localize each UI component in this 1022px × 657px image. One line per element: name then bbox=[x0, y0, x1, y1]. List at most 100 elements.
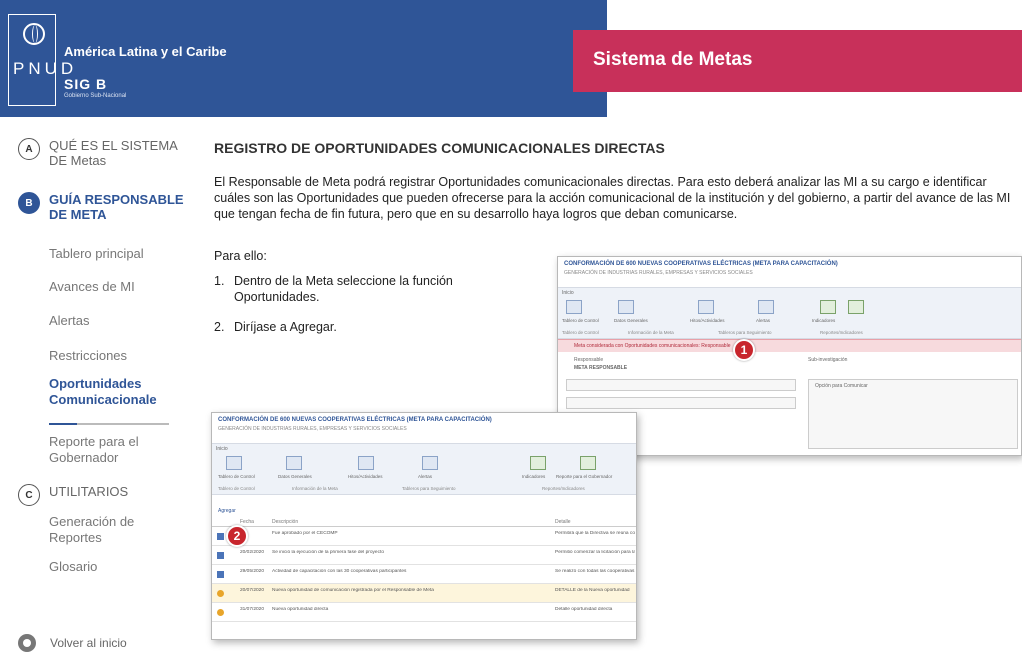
region-title: América Latina y el Caribe bbox=[64, 44, 227, 59]
step-item: 2. Diríjase a Agregar. bbox=[214, 319, 514, 335]
general-data-icon[interactable] bbox=[286, 456, 302, 470]
shot2-title: CONFORMACIÓN DE 600 NUEVAS COOPERATIVAS … bbox=[218, 417, 492, 423]
document-icon bbox=[217, 552, 224, 559]
row-description: Fue aprobado por el CECOMP bbox=[272, 531, 338, 536]
alert-banner: Meta considerada con Oportunidades comun… bbox=[558, 339, 1021, 352]
step-text: Diríjase a Agregar. bbox=[234, 320, 337, 334]
shot1-subtitle: GENERACIÓN DE INDUSTRIAS RURALES, EMPRES… bbox=[564, 270, 753, 276]
section-a-label: QUÉ ES EL SISTEMA DE Metas bbox=[49, 138, 178, 168]
panel-title: Opción para Comunicar bbox=[815, 383, 868, 389]
ribbon-label: Alertas bbox=[418, 474, 433, 479]
responsable-label: Responsable bbox=[574, 357, 604, 363]
add-button[interactable]: Agregar bbox=[218, 508, 236, 514]
section-c-badge: C bbox=[18, 484, 40, 506]
ribbon-group-label: Información de la Meta bbox=[628, 330, 674, 335]
row-description: Nueva oportunidad de comunicación regist… bbox=[272, 588, 434, 593]
document-icon bbox=[217, 571, 224, 578]
home-link[interactable]: Volver al inicio bbox=[18, 634, 127, 652]
row-description: Nueva oportunidad directa bbox=[272, 607, 329, 612]
sidebar-item-reportes[interactable]: Generación de Reportes bbox=[49, 514, 179, 546]
sidebar-item-avances[interactable]: Avances de MI bbox=[49, 279, 179, 295]
table-row[interactable]: 29/05/2020 Actividad de capacitación con… bbox=[212, 565, 636, 584]
ribbon-group-label: Tablero de Control bbox=[562, 330, 599, 335]
sidebar-item-reporte[interactable]: Reporte para el Gobernador bbox=[49, 434, 179, 466]
ribbon-tab[interactable]: Inicio bbox=[216, 446, 228, 452]
sidebar-item-tablero[interactable]: Tablero principal bbox=[49, 246, 179, 262]
section-a-badge: A bbox=[18, 138, 40, 160]
report-icon[interactable] bbox=[848, 300, 864, 314]
row-detail: Permitió comenzar la licitación para la … bbox=[555, 550, 635, 555]
row-detail: Detalle oportunidad directa bbox=[555, 607, 613, 612]
indicators-icon[interactable] bbox=[530, 456, 546, 470]
ribbon-label: Reporte para el Gobernador bbox=[556, 474, 613, 479]
section-b-label: GUÍA RESPONSABLE DE META bbox=[49, 192, 184, 222]
table-row[interactable]: 20/02/2020 Se inició la ejecución de la … bbox=[212, 546, 636, 565]
section-b-badge: B bbox=[18, 192, 40, 214]
active-item-underline bbox=[49, 423, 169, 425]
dashboard-icon[interactable] bbox=[226, 456, 242, 470]
sidebar-item-alertas[interactable]: Alertas bbox=[49, 313, 179, 329]
indicators-icon[interactable] bbox=[820, 300, 836, 314]
ribbon-group-label: Tableros para Seguimiento bbox=[718, 330, 772, 335]
intro-paragraph: El Responsable de Meta podrá registrar O… bbox=[214, 175, 1011, 221]
shot2-ribbon: Inicio Tablero de Control Datos Generale… bbox=[212, 443, 636, 495]
steps-list: 1. Dentro de la Meta seleccione la funci… bbox=[214, 273, 514, 349]
ribbon-label: Indicadores bbox=[522, 474, 546, 479]
section-c[interactable]: C UTILITARIOS bbox=[18, 484, 189, 506]
shot1-panel: Opción para Comunicar bbox=[808, 379, 1018, 449]
app-title-bar: Sistema de Metas bbox=[573, 30, 1022, 92]
sidebar: A QUÉ ES EL SISTEMA DE Metas B GUÍA RESP… bbox=[0, 130, 200, 657]
home-label: Volver al inicio bbox=[50, 636, 127, 650]
column-header[interactable]: Descripción bbox=[272, 519, 552, 525]
table-header: Fecha Descripción Detalle bbox=[212, 517, 636, 527]
step-item: 1. Dentro de la Meta seleccione la funci… bbox=[214, 273, 514, 305]
app-title: Sistema de Metas bbox=[593, 49, 753, 70]
row-detail: Se realizó con todas las cooperativas el… bbox=[555, 569, 635, 574]
section-b[interactable]: B GUÍA RESPONSABLE DE META bbox=[18, 192, 189, 222]
alerts-icon[interactable] bbox=[758, 300, 774, 314]
callout-1: 1 bbox=[733, 339, 755, 361]
report-icon[interactable] bbox=[580, 456, 596, 470]
ribbon-label: Hitos/Actividades bbox=[348, 474, 383, 479]
header-banner: PNUD América Latina y el Caribe SIG B Go… bbox=[0, 0, 607, 117]
alerts-icon[interactable] bbox=[422, 456, 438, 470]
back-arrow-icon bbox=[18, 634, 36, 652]
ribbon-group-label: Información de la Meta bbox=[292, 486, 338, 491]
section-a[interactable]: A QUÉ ES EL SISTEMA DE Metas bbox=[18, 138, 189, 168]
dashboard-icon[interactable] bbox=[566, 300, 582, 314]
milestones-icon[interactable] bbox=[698, 300, 714, 314]
table-row[interactable]: Fue aprobado por el CECOMP Permitirá que… bbox=[212, 527, 636, 546]
sidebar-item-oportunidades[interactable]: Oportunidades Comunicacionale bbox=[49, 376, 179, 408]
responsable-value: META RESPONSABLE bbox=[574, 365, 628, 371]
screenshot-oportunidades-list: CONFORMACIÓN DE 600 NUEVAS COOPERATIVAS … bbox=[211, 412, 637, 640]
row-detail: DETALLE de la Nueva oportunidad bbox=[555, 588, 630, 593]
step-text: Dentro de la Meta seleccione la función … bbox=[234, 274, 453, 304]
warning-icon bbox=[217, 609, 224, 616]
ribbon-tab[interactable]: Inicio bbox=[562, 290, 574, 296]
column-header[interactable]: Detalle bbox=[555, 519, 635, 525]
sidebar-item-restricciones[interactable]: Restricciones bbox=[49, 348, 179, 364]
step-number: 1. bbox=[214, 274, 225, 288]
shot1-field[interactable] bbox=[566, 397, 796, 409]
table-row[interactable]: 31/07/2020 Nueva oportunidad directa Det… bbox=[212, 603, 636, 622]
pnud-logo: PNUD bbox=[8, 14, 73, 106]
sidebar-item-glosario[interactable]: Glosario bbox=[49, 559, 179, 575]
ribbon-group-label: Reportes/Indicadores bbox=[542, 486, 585, 491]
row-date: 20/02/2020 bbox=[240, 550, 265, 555]
table-row[interactable]: 20/07/2020 Nueva oportunidad de comunica… bbox=[212, 584, 636, 603]
column-header[interactable]: Fecha bbox=[240, 519, 270, 525]
ribbon-group-label: Tablero de Control bbox=[218, 486, 255, 491]
ribbon-group-label: Tableros para Seguimiento bbox=[402, 486, 456, 491]
para-label: Para ello: bbox=[214, 249, 267, 263]
un-globe-icon bbox=[23, 23, 45, 45]
document-icon bbox=[217, 533, 224, 540]
row-date: 20/07/2020 bbox=[240, 588, 265, 593]
ribbon-group-label: Reportes/Indicadores bbox=[820, 330, 863, 335]
shot1-field[interactable] bbox=[566, 379, 796, 391]
milestones-icon[interactable] bbox=[358, 456, 374, 470]
brand-subtitle: Gobierno Sub-Nacional bbox=[64, 93, 127, 99]
alert-text: Meta considerada con Oportunidades comun… bbox=[574, 343, 731, 349]
ribbon-label: Datos Generales bbox=[614, 318, 648, 323]
general-data-icon[interactable] bbox=[618, 300, 634, 314]
ribbon-label: Indicadores bbox=[812, 318, 836, 323]
